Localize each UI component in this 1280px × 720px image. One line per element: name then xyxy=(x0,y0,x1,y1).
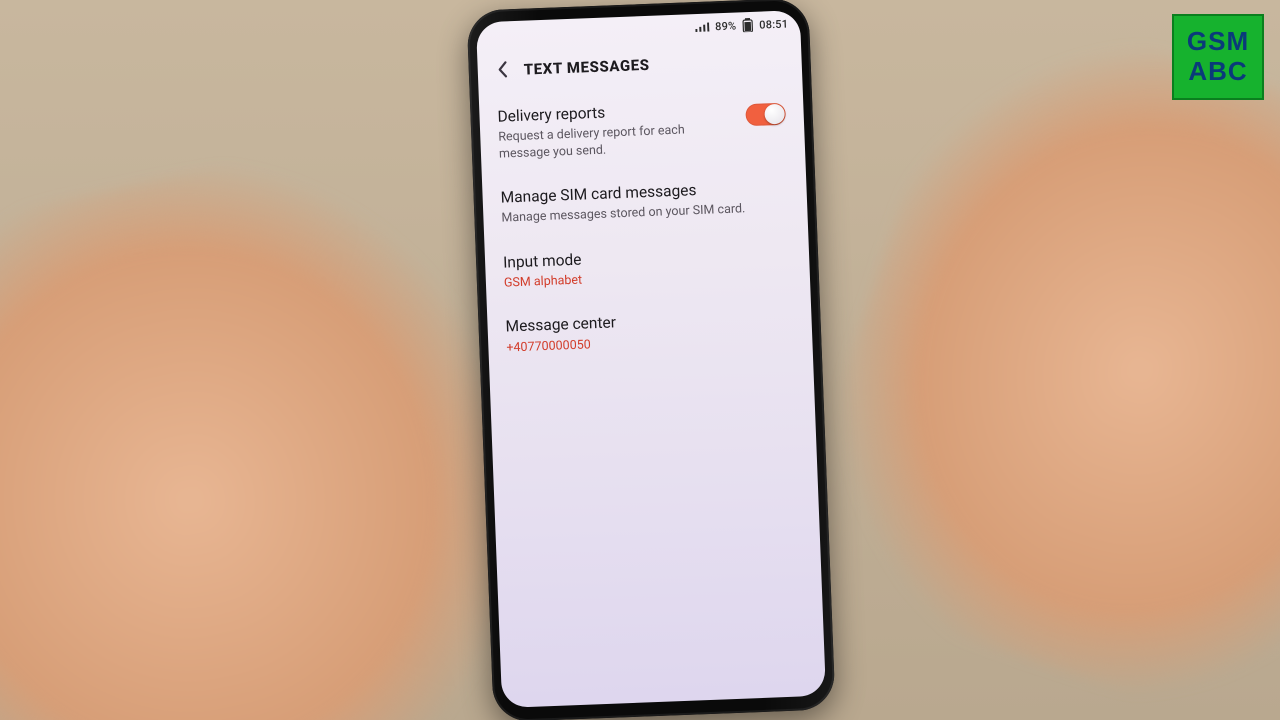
battery-icon xyxy=(742,18,754,32)
delivery-reports-toggle[interactable] xyxy=(745,103,786,127)
page-title: TEXT MESSAGES xyxy=(523,56,650,79)
watermark-badge: GSM ABC xyxy=(1172,14,1264,100)
photo-stage: 89% 08:51 xyxy=(0,0,1280,720)
phone-frame: 89% 08:51 xyxy=(466,0,835,720)
chevron-left-icon xyxy=(493,59,514,83)
hand-right xyxy=(778,0,1280,720)
row-message-center[interactable]: Message center +40770000050 xyxy=(487,294,813,371)
settings-list: Delivery reports Request a delivery repo… xyxy=(479,82,813,371)
phone-screen: 89% 08:51 xyxy=(476,10,826,708)
back-button[interactable] xyxy=(483,50,525,92)
toggle-knob xyxy=(764,104,785,125)
battery-percent: 89% xyxy=(715,19,737,33)
row-subtitle: Request a delivery report for each messa… xyxy=(498,121,733,162)
status-clock: 08:51 xyxy=(759,17,788,31)
row-delivery-reports[interactable]: Delivery reports Request a delivery repo… xyxy=(479,84,806,177)
signal-icon xyxy=(695,22,709,33)
watermark-text: GSM ABC xyxy=(1187,27,1249,87)
